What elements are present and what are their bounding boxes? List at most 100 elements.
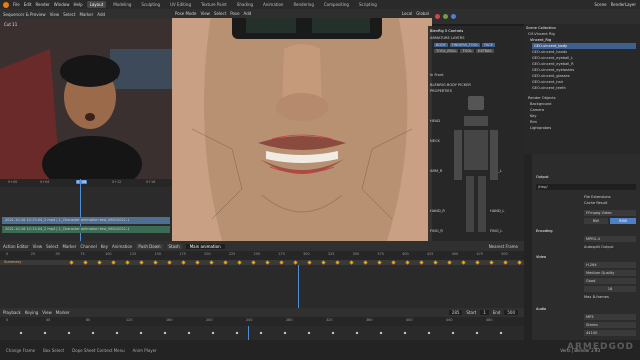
- keyframe[interactable]: [115, 331, 119, 335]
- keyframe[interactable]: [259, 331, 263, 335]
- keyframe[interactable]: [125, 260, 130, 265]
- output-panel-header[interactable]: Output: [536, 174, 548, 180]
- layer-tool-button[interactable]: TOOL: [460, 49, 475, 53]
- menu-view[interactable]: View: [42, 310, 52, 315]
- keyframe[interactable]: [499, 331, 503, 335]
- body-picker-diagram[interactable]: [454, 96, 498, 236]
- dope-sheet-ruler[interactable]: 0 25 50 75 100 125 150 175 200 225 250 275 300 325 350…: [0, 251, 524, 260]
- keyframe[interactable]: [475, 331, 479, 335]
- section-armature-layers[interactable]: ARMATURE LAYERS: [430, 35, 464, 41]
- 3d-viewport[interactable]: [172, 9, 432, 241]
- tab-rendering[interactable]: Rendering: [290, 1, 316, 8]
- keyframe[interactable]: [349, 260, 354, 265]
- encoding-speed-select[interactable]: Good: [584, 278, 636, 284]
- keyframe[interactable]: [69, 260, 74, 265]
- view-layer-selector[interactable]: RenderLayer: [611, 2, 636, 7]
- keyframe[interactable]: [447, 260, 452, 265]
- keyframe[interactable]: [235, 331, 239, 335]
- keyframe[interactable]: [451, 331, 455, 335]
- keyframe[interactable]: [67, 331, 71, 335]
- editor-mode-select[interactable]: Action Editor: [3, 244, 29, 249]
- summary-channel[interactable]: Summary: [0, 260, 524, 265]
- gizmo-y-icon[interactable]: [443, 14, 448, 19]
- keyframe[interactable]: [433, 260, 438, 265]
- file-format-select[interactable]: FFmpeg Video: [584, 210, 636, 216]
- keyframe[interactable]: [475, 260, 480, 265]
- tab-modeling[interactable]: Modeling: [110, 1, 134, 8]
- keyframe[interactable]: [167, 260, 172, 265]
- keyframe[interactable]: [331, 331, 335, 335]
- keyframe[interactable]: [391, 260, 396, 265]
- keyframe[interactable]: [223, 260, 228, 265]
- section-properties[interactable]: PROPERTIES: [430, 88, 452, 94]
- sequencer-timeline[interactable]: 0+00 0+04 0+08 0+12 0+16 2021-10-16 12:1…: [0, 179, 172, 241]
- keyframe[interactable]: [403, 331, 407, 335]
- menu-help[interactable]: Help: [73, 2, 82, 7]
- current-frame-field[interactable]: 285: [448, 310, 463, 315]
- menu-window[interactable]: Window: [54, 2, 70, 7]
- menu-channel[interactable]: Channel: [80, 244, 96, 249]
- keyframe[interactable]: [91, 331, 95, 335]
- keyframe[interactable]: [43, 331, 47, 335]
- color-bw-button[interactable]: BW: [584, 218, 608, 224]
- keyframe[interactable]: [503, 260, 508, 265]
- autosplit-checkbox[interactable]: Autosplit Output: [584, 244, 614, 250]
- keyframe[interactable]: [293, 260, 298, 265]
- menu-view[interactable]: View: [33, 244, 43, 249]
- gizmo-z-icon[interactable]: [451, 14, 456, 19]
- layer-fingers-button[interactable]: FINGERS_TOOL: [449, 43, 481, 47]
- menu-select[interactable]: Select: [214, 11, 226, 16]
- menu-view[interactable]: View: [200, 11, 210, 16]
- outliner-item[interactable]: Lightprobes: [530, 125, 551, 131]
- menu-animation[interactable]: Animation: [112, 244, 132, 249]
- video-strip[interactable]: 2021-10-16 12:13-04_2 mp4 | 1_Character …: [2, 217, 170, 224]
- end-frame-field[interactable]: 500: [504, 310, 518, 315]
- keyframe[interactable]: [97, 260, 102, 265]
- keyframe[interactable]: [139, 260, 144, 265]
- keyframe[interactable]: [321, 260, 326, 265]
- keyframe[interactable]: [307, 331, 311, 335]
- encoding-panel-header[interactable]: Encoding: [536, 228, 553, 234]
- menu-playback[interactable]: Playback: [3, 310, 21, 315]
- in-front-checkbox[interactable]: In Front: [430, 72, 444, 78]
- scene-selector[interactable]: Scene: [594, 2, 606, 7]
- tab-uv-editing[interactable]: UV Editing: [167, 1, 194, 8]
- keyframe[interactable]: [187, 331, 191, 335]
- keyframe[interactable]: [427, 331, 431, 335]
- menu-marker[interactable]: Marker: [79, 12, 93, 17]
- timeline-playhead[interactable]: [248, 326, 249, 340]
- keyframe[interactable]: [111, 260, 116, 265]
- tab-compositing[interactable]: Compositing: [321, 1, 352, 8]
- tab-texture-paint[interactable]: Texture Paint: [198, 1, 230, 8]
- blender-logo-icon[interactable]: [3, 1, 9, 8]
- keyframe[interactable]: [461, 260, 466, 265]
- cache-result-checkbox[interactable]: Cache Result: [584, 200, 607, 206]
- keyframe[interactable]: [19, 331, 23, 335]
- keyframe[interactable]: [279, 260, 284, 265]
- audio-channels-select[interactable]: Stereo: [584, 322, 636, 328]
- tab-shading[interactable]: Shading: [234, 1, 256, 8]
- keyframe[interactable]: [517, 260, 522, 265]
- stash-button[interactable]: Stash: [166, 243, 182, 249]
- keyframe[interactable]: [83, 260, 88, 265]
- menu-keying[interactable]: Keying: [25, 310, 38, 315]
- sample-rate-field[interactable]: 44100: [584, 330, 636, 336]
- layer-face-button[interactable]: FACE: [482, 43, 496, 47]
- audio-codec-select[interactable]: MP3: [584, 314, 636, 320]
- output-quality-select[interactable]: Medium Quality: [584, 270, 636, 276]
- keyframe[interactable]: [163, 331, 167, 335]
- keyframe[interactable]: [489, 260, 494, 265]
- layer-extras-button[interactable]: EXTRAS: [476, 49, 494, 53]
- keyframe[interactable]: [195, 260, 200, 265]
- keyframe[interactable]: [265, 260, 270, 265]
- properties-tabs[interactable]: [524, 154, 532, 360]
- tab-layout[interactable]: Layout: [86, 1, 107, 8]
- keyframe[interactable]: [251, 260, 256, 265]
- menu-pose[interactable]: Pose: [230, 11, 239, 16]
- keyframe[interactable]: [307, 260, 312, 265]
- editor-type-sequencer[interactable]: Sequencer & Preview: [3, 12, 46, 17]
- tab-scripting[interactable]: Scripting: [356, 1, 380, 8]
- video-codec-select[interactable]: H.264: [584, 262, 636, 268]
- gizmo-x-icon[interactable]: [435, 14, 440, 19]
- color-rgb-button[interactable]: RGB: [610, 218, 636, 224]
